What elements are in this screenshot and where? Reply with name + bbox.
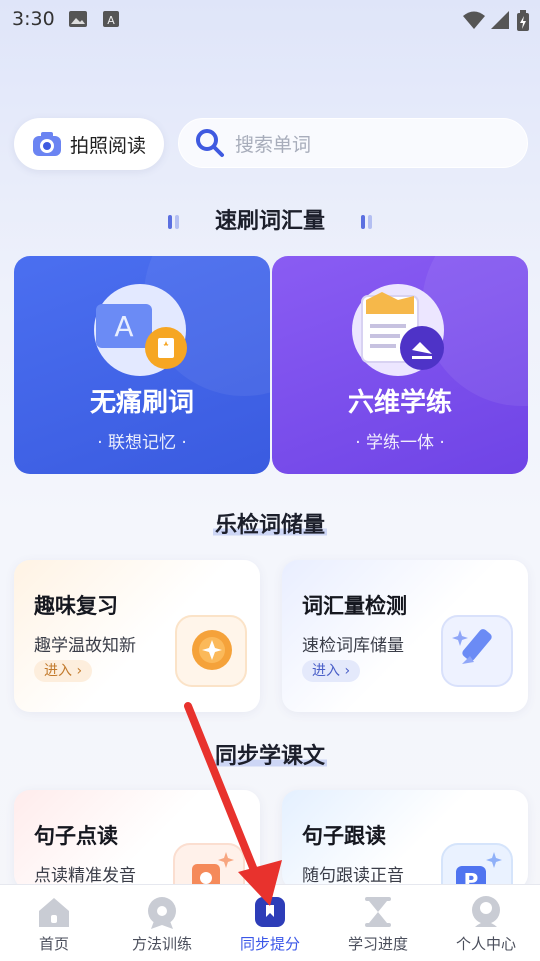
card-vocab-test-title: 词汇量检测 xyxy=(302,594,407,618)
card-vocab-test[interactable]: 词汇量检测 速检词库储量 进入 › xyxy=(282,560,528,712)
vocab-check-title-text: 乐检词储量 xyxy=(212,513,327,538)
bookmark-icon xyxy=(255,897,285,927)
nav-item-profile[interactable]: 个人中心 xyxy=(432,885,540,961)
camera-icon xyxy=(33,132,61,156)
card-fun-review[interactable]: 趣味复习 趣学温故知新 进入 › xyxy=(14,560,260,712)
nav-item-progress[interactable]: 学习进度 xyxy=(324,885,432,961)
nav-item-sync-score[interactable]: 同步提分 xyxy=(216,885,324,961)
coin-icon xyxy=(175,615,247,687)
search-placeholder: 搜索单词 xyxy=(235,133,312,156)
card-vocab-test-desc: 速检词库储量 xyxy=(302,636,404,656)
card-painless-vocab[interactable]: A 无痛刷词 · 联想记忆 · xyxy=(14,256,270,474)
section-title-speed-vocab: 速刷词汇量 xyxy=(0,203,540,235)
title-decoration-right xyxy=(360,215,372,229)
signal-icon xyxy=(491,11,509,29)
section-title-vocab-check: 乐检词储量 xyxy=(0,507,540,539)
nav-item-home[interactable]: 首页 xyxy=(0,885,108,961)
search-icon xyxy=(196,129,224,157)
card-six-dim-practice-title: 六维学练 xyxy=(347,388,452,418)
enter-button-fun-review[interactable]: 进入 › xyxy=(34,660,93,682)
card-sentence-follow[interactable]: 句子跟读 随句跟读正音 P xyxy=(282,790,528,890)
profile-icon xyxy=(472,896,500,927)
highlighter-icon xyxy=(441,615,513,687)
card-painless-vocab-title: 无痛刷词 xyxy=(89,388,194,418)
bottom-navigation: 首页 方法训练 同步提分 学习进度 个人中心 xyxy=(0,884,540,961)
home-icon xyxy=(39,898,69,927)
nav-item-method-training[interactable]: 方法训练 xyxy=(108,885,216,961)
nav-label-sync-score: 同步提分 xyxy=(239,935,300,953)
speed-vocab-title-text: 速刷词汇量 xyxy=(214,209,325,234)
search-input[interactable]: 搜索单词 xyxy=(178,118,528,168)
nav-label-profile: 个人中心 xyxy=(455,935,516,953)
nav-label-method-training: 方法训练 xyxy=(131,935,192,953)
card-sentence-read[interactable]: 句子点读 点读精准发音 xyxy=(14,790,260,890)
practice-card-icon xyxy=(352,284,444,376)
badge-icon xyxy=(148,897,176,929)
title-decoration-left xyxy=(168,215,180,229)
card-sentence-follow-desc: 随句跟读正音 xyxy=(302,866,404,886)
photo-read-label: 拍照阅读 xyxy=(70,134,147,157)
section-title-sync-text: 同步学课文 xyxy=(0,738,540,770)
card-painless-vocab-subtitle: · 联想记忆 · xyxy=(97,433,187,453)
photo-read-button[interactable]: 拍照阅读 xyxy=(14,118,164,170)
sync-text-title-text: 同步学课文 xyxy=(212,744,327,769)
follow-read-icon: P xyxy=(441,843,513,890)
card-six-dim-practice[interactable]: 六维学练 · 学练一体 · xyxy=(272,256,528,474)
hourglass-icon xyxy=(365,897,391,927)
wifi-icon xyxy=(463,11,485,29)
read-aloud-icon xyxy=(173,843,245,890)
status-time: 3:30 xyxy=(12,8,55,30)
nav-label-home: 首页 xyxy=(38,935,69,953)
card-sentence-follow-title: 句子跟读 xyxy=(302,824,386,848)
card-sentence-read-desc: 点读精准发音 xyxy=(34,866,136,886)
image-notification-icon xyxy=(69,11,87,27)
vocab-card-icon: A xyxy=(94,284,187,376)
enter-button-vocab-test[interactable]: 进入 › xyxy=(302,660,361,682)
battery-charging-icon xyxy=(517,10,529,31)
svg-text:A: A xyxy=(114,310,133,343)
card-sentence-read-title: 句子点读 xyxy=(34,824,118,848)
app-notification-icon: A xyxy=(103,11,119,27)
card-fun-review-desc: 趣学温故知新 xyxy=(34,636,136,656)
card-six-dim-practice-subtitle: · 学练一体 · xyxy=(355,433,445,453)
card-fun-review-title: 趣味复习 xyxy=(34,594,118,618)
nav-label-progress: 学习进度 xyxy=(347,935,408,953)
svg-text:A: A xyxy=(107,14,115,27)
